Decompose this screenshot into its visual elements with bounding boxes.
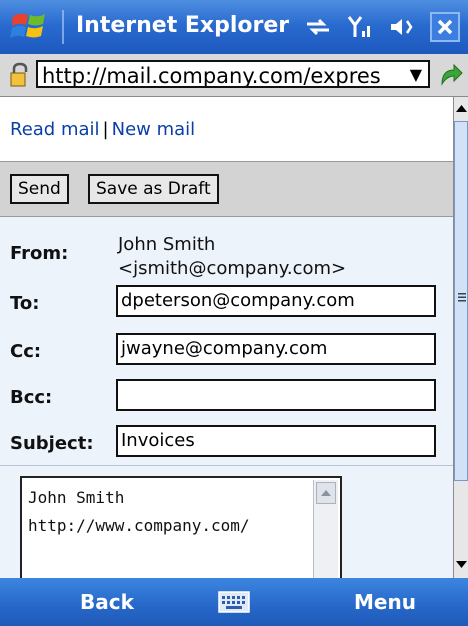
from-label: From: — [10, 243, 69, 264]
cc-field[interactable]: jwayne@company.com — [116, 333, 436, 365]
to-label: To: — [10, 293, 40, 314]
keyboard-icon[interactable] — [218, 590, 250, 614]
page-content: Read mail | New mail Send Save as Draft Fr… — [0, 97, 453, 578]
message-body-area: John Smith http://www.company.com/ — [0, 466, 453, 578]
title-separator — [62, 10, 64, 44]
scroll-up-arrow-icon[interactable] — [455, 100, 468, 118]
grip-icon — [458, 293, 466, 302]
softkey-bar: Back Menu — [0, 578, 468, 626]
app-title: Internet Explorer — [76, 13, 290, 38]
subject-label: Subject: — [10, 433, 94, 454]
message-body-text: John Smith http://www.company.com/ — [28, 488, 250, 535]
from-email: <jsmith@company.com> — [118, 258, 347, 279]
compose-toolbar: Send Save as Draft — [0, 161, 453, 217]
bcc-label: Bcc: — [10, 387, 53, 408]
link-separator: | — [102, 119, 109, 140]
mail-links: Read mail | New mail — [10, 119, 195, 140]
system-tray — [304, 10, 460, 44]
scroll-down-arrow-icon[interactable] — [455, 555, 468, 573]
cc-label: Cc: — [10, 341, 42, 362]
close-icon[interactable] — [430, 12, 460, 42]
body-scroll-up-button[interactable] — [316, 482, 336, 504]
lock-icon — [10, 62, 28, 87]
title-bar: Internet Explorer — [0, 0, 468, 54]
address-bar: http://mail.company.com/expres ▼ — [0, 54, 468, 97]
compose-form: From: John Smith <jsmith@company.com> To… — [0, 217, 453, 466]
url-text: http://mail.company.com/expres — [42, 64, 381, 88]
send-button[interactable]: Send — [10, 174, 69, 204]
dropdown-arrow-icon[interactable]: ▼ — [410, 62, 422, 86]
url-field[interactable]: http://mail.company.com/expres ▼ — [36, 60, 430, 88]
bcc-field[interactable] — [116, 379, 436, 411]
read-mail-link[interactable]: Read mail — [10, 119, 100, 140]
signal-icon[interactable] — [346, 13, 374, 41]
new-mail-link[interactable]: New mail — [112, 119, 196, 140]
go-arrow-icon[interactable] — [438, 62, 464, 88]
device-screen: Internet Explorer http://mail.company.co… — [0, 0, 468, 626]
scroll-thumb[interactable] — [454, 121, 468, 481]
save-draft-button[interactable]: Save as Draft — [88, 174, 219, 204]
from-name: John Smith — [118, 234, 216, 255]
connectivity-icon[interactable] — [304, 13, 332, 41]
back-softkey[interactable]: Back — [80, 588, 134, 616]
windows-logo-icon[interactable] — [10, 8, 50, 46]
message-body-field[interactable]: John Smith http://www.company.com/ — [20, 476, 342, 578]
subject-field[interactable]: Invoices — [116, 425, 436, 457]
from-value: John Smith <jsmith@company.com> — [118, 233, 346, 281]
menu-softkey[interactable]: Menu — [354, 588, 416, 616]
page-scrollbar[interactable] — [453, 97, 468, 578]
volume-icon[interactable] — [388, 13, 416, 41]
body-scrollbar[interactable] — [313, 480, 338, 578]
to-field[interactable]: dpeterson@company.com — [116, 285, 436, 317]
